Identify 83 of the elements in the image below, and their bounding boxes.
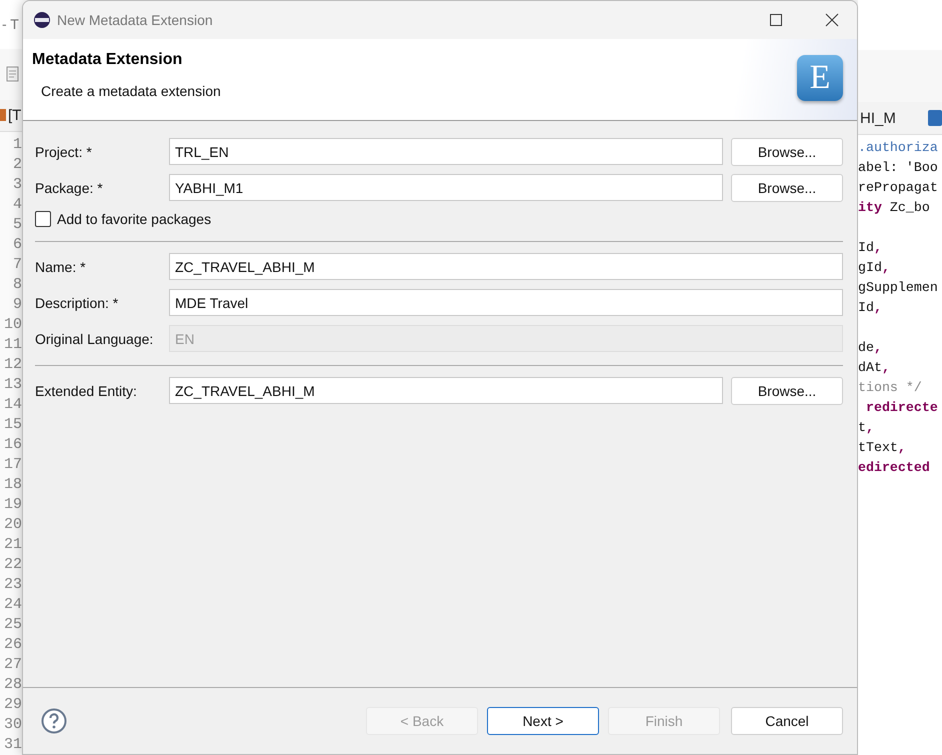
line-number: 7 (12, 254, 22, 275)
line-number: 11 (4, 334, 22, 355)
line-number: 22 (4, 554, 22, 575)
field-label: Package: * (35, 180, 104, 196)
code-text: t (858, 420, 866, 435)
code-text: tions */ (858, 380, 922, 395)
code-text: gSupplemen (858, 280, 938, 295)
close-icon[interactable] (825, 13, 839, 27)
line-number: 1 (12, 134, 22, 155)
code-text: gId (858, 260, 882, 275)
code-text: tText (858, 440, 898, 455)
app-logo-icon (33, 11, 51, 29)
line-number: 24 (4, 594, 22, 615)
code-text: ity (858, 200, 882, 215)
line-number: 27 (4, 654, 22, 675)
browse-button[interactable]: Browse... (731, 138, 843, 166)
line-number: 16 (4, 434, 22, 455)
line-number: 26 (4, 634, 22, 655)
line-number: 2 (12, 154, 22, 175)
code-text: Id (858, 300, 874, 315)
line-number: 12 (4, 354, 22, 375)
line-number: 9 (12, 294, 22, 315)
line-number: 5 (12, 214, 22, 235)
code-text: , (874, 340, 882, 355)
document-icon[interactable] (6, 66, 20, 82)
help-icon[interactable] (41, 708, 67, 734)
field-label: Extended Entity: (35, 382, 138, 398)
line-number: 19 (4, 494, 22, 515)
wizard-logo: E (797, 55, 843, 101)
field-label: Name: * (35, 258, 87, 274)
code-text: rePropagat (858, 180, 938, 195)
wizard-button[interactable]: Cancel (731, 707, 843, 735)
code-text: abel: 'Boo (858, 160, 938, 175)
line-number: 4 (12, 194, 22, 215)
line-number: 8 (12, 274, 22, 295)
input-field[interactable]: TRL_EN (169, 138, 723, 165)
browse-button[interactable]: Browse... (731, 376, 843, 404)
line-number: 17 (4, 454, 22, 475)
input-field[interactable]: MDE Travel (169, 289, 843, 316)
field-label: Description: * (35, 294, 120, 310)
code-text: , (898, 440, 906, 455)
code-text: , (882, 260, 890, 275)
code-text: , (882, 360, 890, 375)
line-number: 28 (4, 674, 22, 695)
line-number: 18 (4, 474, 22, 495)
file-icon (0, 109, 6, 122)
line-number: 3 (12, 174, 22, 195)
line-number: 31 (4, 734, 22, 755)
code-text: Zc_bo (888, 200, 930, 215)
input-field[interactable]: ZC_TRAVEL_ABHI_M (169, 253, 843, 280)
code-text: , (866, 420, 874, 435)
line-number: 30 (4, 714, 22, 735)
input-field[interactable]: ZC_TRAVEL_ABHI_M (169, 377, 723, 404)
wizard-button[interactable]: Next > (487, 707, 599, 735)
checkbox[interactable] (35, 211, 51, 227)
code-text: edirected (858, 460, 930, 475)
input-field[interactable]: YABHI_M1 (169, 174, 723, 201)
browse-button[interactable]: Browse... (731, 174, 843, 202)
code-text: , (874, 240, 882, 255)
line-number: 10 (4, 314, 22, 335)
code-text: de (858, 340, 874, 355)
line-number: 6 (12, 234, 22, 255)
checkbox-label: Add to favorite packages (57, 211, 212, 227)
code-text: , (874, 300, 882, 315)
line-number: 23 (4, 574, 22, 595)
code-text: Id (858, 240, 874, 255)
code-text: redirecte (864, 400, 938, 415)
line-number: 14 (4, 394, 22, 415)
line-number: 15 (4, 414, 22, 435)
code-text: dAt (858, 360, 882, 375)
line-number: 13 (4, 374, 22, 395)
line-number: 20 (4, 514, 22, 535)
dialog-title: New Metadata Extension (57, 12, 214, 28)
window-title: - T (1, 15, 20, 34)
line-number: 21 (4, 534, 22, 555)
page-title: Metadata Extension (32, 51, 184, 69)
field-label: Original Language: (35, 330, 154, 346)
line-number: 25 (4, 614, 22, 635)
maximize-icon[interactable] (770, 14, 782, 26)
page-subtitle: Create a metadata extension (40, 83, 222, 99)
code-text: .authoriza (858, 140, 938, 155)
line-number: 29 (4, 694, 22, 715)
field-label: Project: * (35, 144, 93, 160)
